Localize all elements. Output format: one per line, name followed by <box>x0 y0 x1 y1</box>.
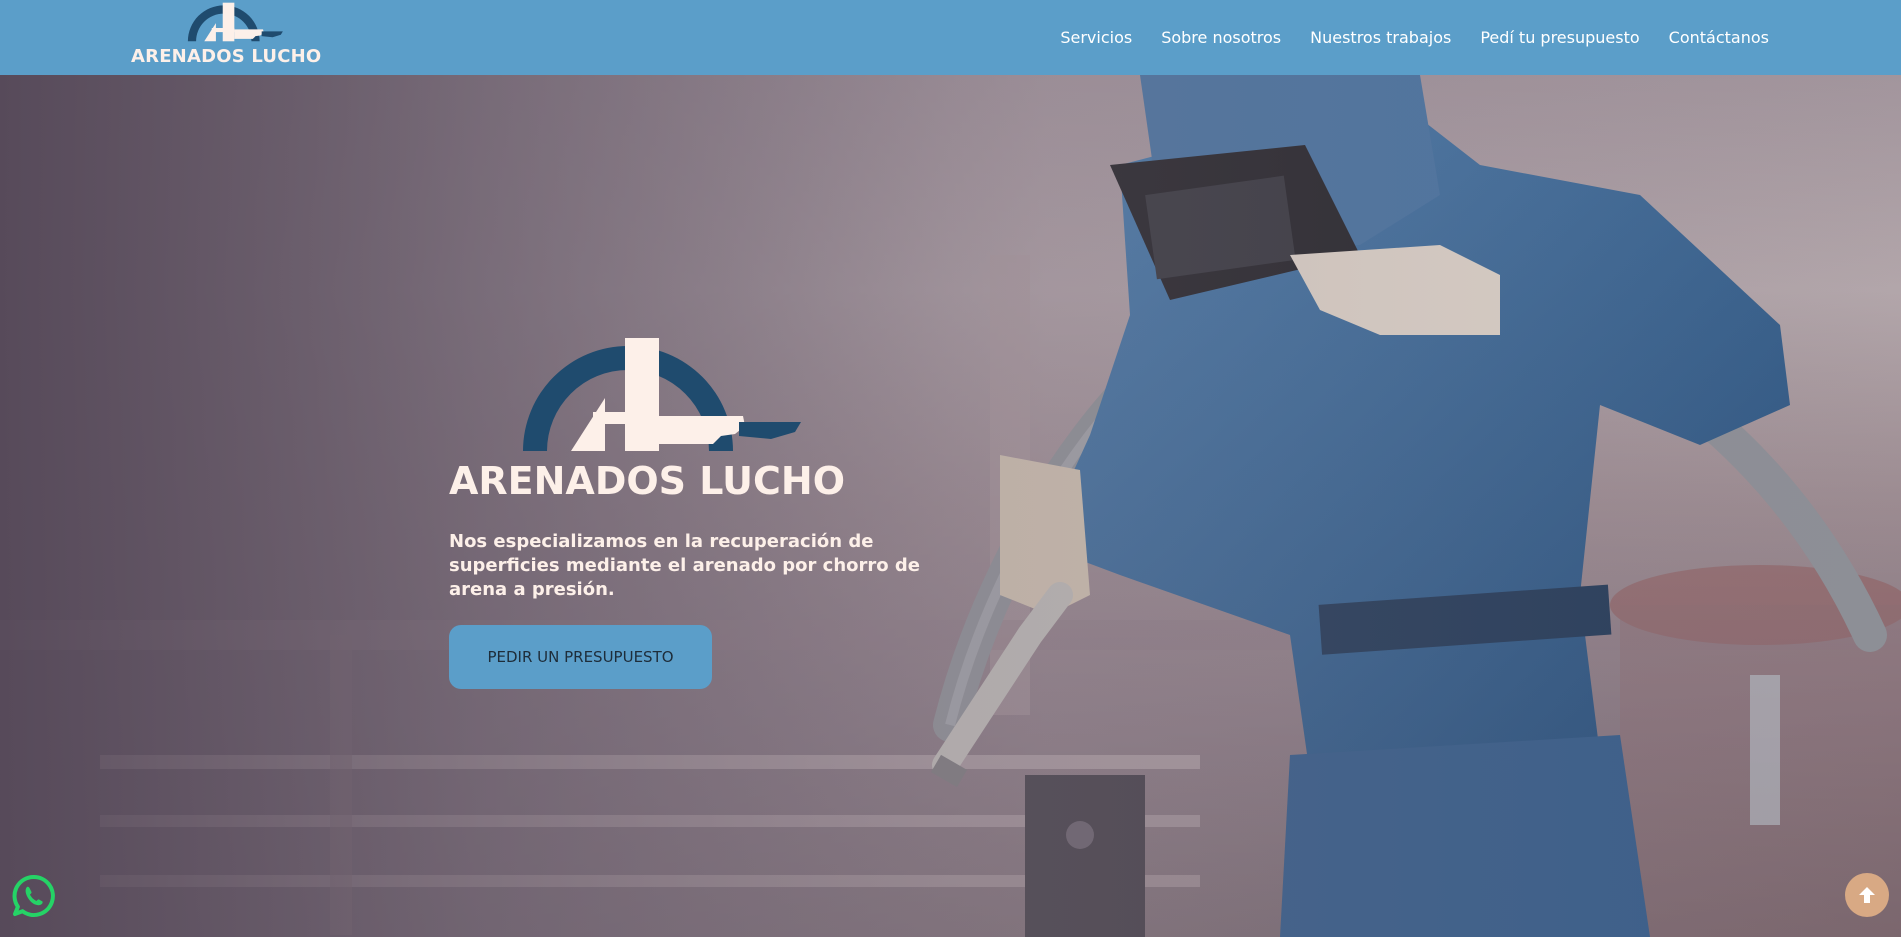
main-nav: Servicios Sobre nosotros Nuestros trabaj… <box>1031 0 1769 75</box>
nav-item-presupuesto[interactable]: Pedí tu presupuesto <box>1480 28 1639 47</box>
site-header: ARENADOS LUCHO Servicios Sobre nosotros … <box>0 0 1901 75</box>
whatsapp-icon <box>12 874 55 917</box>
arrow-up-icon <box>1859 887 1875 903</box>
hero-section: ARENADOS LUCHO Nos especializamos en la … <box>0 75 1901 937</box>
scroll-top-button[interactable] <box>1845 873 1889 917</box>
nav-item-contacto[interactable]: Contáctanos <box>1669 28 1769 47</box>
nav-item-servicios[interactable]: Servicios <box>1060 28 1132 47</box>
brand-name: ARENADOS LUCHO <box>131 46 322 67</box>
hero-description: Nos especializamos en la recuperación de… <box>449 531 921 600</box>
nav-item-sobre-nosotros[interactable]: Sobre nosotros <box>1161 28 1281 47</box>
brand-home-link[interactable]: ARENADOS LUCHO <box>131 0 321 75</box>
al-logo-icon <box>523 338 801 451</box>
hero-content: ARENADOS LUCHO Nos especializamos en la … <box>449 75 969 937</box>
al-logo-icon <box>187 2 283 42</box>
whatsapp-button[interactable] <box>12 874 56 918</box>
nav-item-nuestros-trabajos[interactable]: Nuestros trabajos <box>1310 28 1451 47</box>
request-quote-button[interactable]: PEDIR UN PRESUPUESTO <box>449 625 712 689</box>
hero-title: ARENADOS LUCHO <box>449 459 845 503</box>
